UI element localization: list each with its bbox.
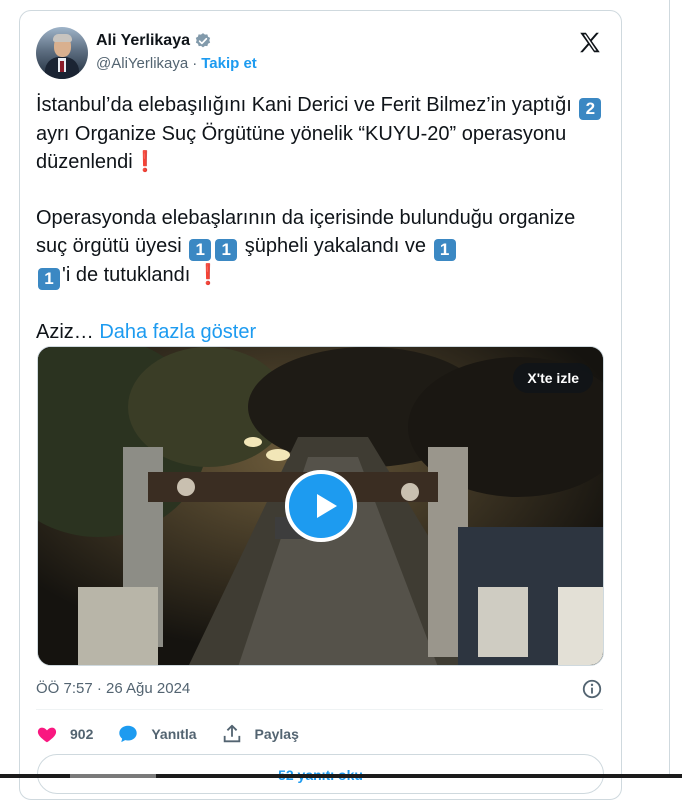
display-name[interactable]: Ali Yerlikaya (96, 32, 190, 50)
play-icon (317, 494, 337, 518)
scrollbar-thumb[interactable] (70, 774, 156, 778)
page-border (669, 0, 670, 778)
tweet-text-p3: Aziz… (36, 321, 100, 343)
user-handle[interactable]: @AliYerlikaya (96, 55, 188, 72)
timestamp[interactable]: ÖÖ 7:57 · 26 Ağu 2024 (36, 680, 190, 697)
avatar-hair (53, 34, 72, 42)
tweet-text: İstanbul’da elebaşılığını Kani Derici ve… (36, 91, 611, 346)
keycap-digit: 2 (579, 98, 602, 120)
tweet-text-p1-a: İstanbul’da elebaşılığını Kani Derici ve… (36, 94, 578, 116)
tweet-text-p2-b: şüpheli yakalandı ve (239, 235, 432, 257)
video-player[interactable]: X'te izle (37, 346, 604, 666)
tweet-meta: ÖÖ 7:57 · 26 Ağu 2024 (36, 678, 611, 702)
keycap-digit: 1 (189, 239, 212, 261)
like-count: 902 (70, 726, 94, 742)
tweet-header: Ali Yerlikaya @AliYerlikaya · Takip et (36, 27, 605, 79)
share-icon (223, 724, 240, 743)
share-button[interactable]: Paylaş (221, 723, 299, 745)
taskbar-strip (0, 774, 682, 778)
action-bar: 902 Yanıtla Paylaş (36, 720, 323, 748)
separator-dot: · (192, 55, 198, 72)
speech-bubble-icon (119, 725, 138, 743)
tweet-card[interactable]: Ali Yerlikaya @AliYerlikaya · Takip et İ… (19, 10, 622, 800)
divider (36, 709, 603, 710)
heart-icon (37, 727, 57, 743)
follow-button[interactable]: Takip et (201, 55, 257, 72)
watch-on-x-button[interactable]: X'te izle (513, 363, 593, 393)
avatar-tie (60, 61, 64, 72)
keycap-digit: 1 (215, 239, 238, 261)
keycap-digit: 1 (433, 239, 456, 261)
exclamation-emoji: ❗ (195, 264, 221, 286)
like-button[interactable]: 902 (36, 723, 93, 745)
avatar[interactable] (36, 27, 88, 79)
handle-row: @AliYerlikaya · Takip et (96, 55, 257, 72)
exclamation-emoji: ❗ (132, 151, 158, 173)
info-icon[interactable] (581, 678, 603, 700)
verified-badge-icon (195, 33, 211, 48)
x-logo-icon[interactable] (577, 30, 603, 56)
reply-button[interactable]: Yanıtla (117, 723, 197, 745)
keycap-digit: 1 (38, 268, 60, 290)
play-button[interactable] (285, 470, 357, 542)
reply-label: Yanıtla (151, 726, 197, 742)
share-label: Paylaş (254, 726, 299, 742)
show-more-link[interactable]: Daha fazla göster (99, 321, 256, 343)
tweet-text-p2-c: 'i de tutuklandı (62, 264, 196, 286)
name-row: Ali Yerlikaya (96, 32, 212, 50)
